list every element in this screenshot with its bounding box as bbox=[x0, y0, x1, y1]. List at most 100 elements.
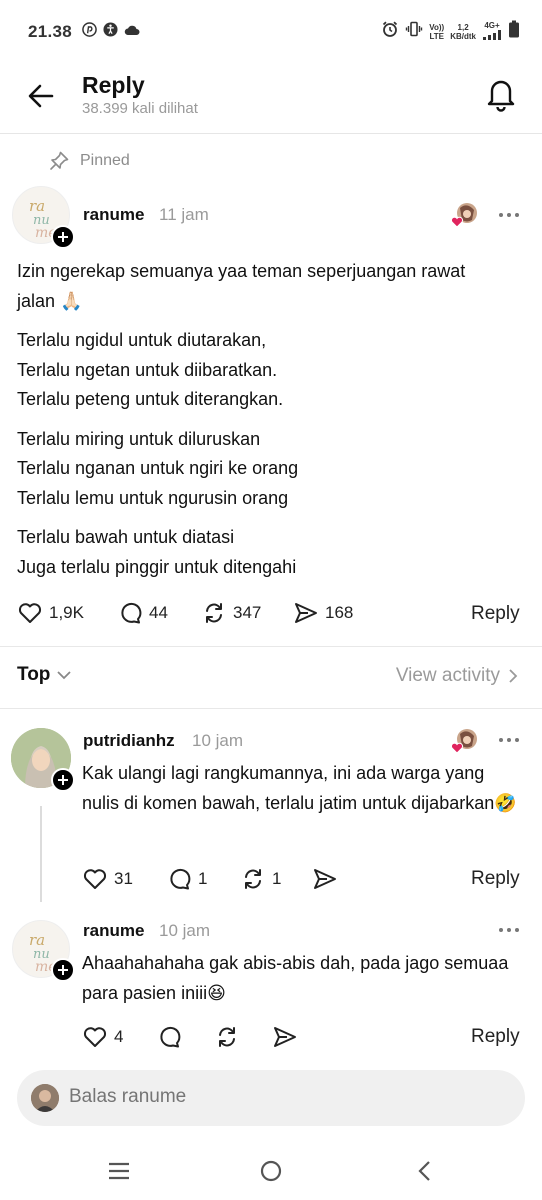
volte-bottom: LTE bbox=[429, 31, 444, 41]
repost-count: 1 bbox=[272, 869, 282, 888]
divider bbox=[0, 646, 542, 647]
share-button[interactable] bbox=[312, 866, 338, 892]
volte-top: Vo)) bbox=[429, 22, 445, 32]
post-more-button[interactable] bbox=[497, 207, 521, 223]
system-nav-bar bbox=[0, 1140, 542, 1200]
heart-icon bbox=[83, 1027, 107, 1047]
more-dots-icon bbox=[499, 213, 519, 217]
post-body: Izin ngerekap semuanya yaa teman seperju… bbox=[17, 257, 507, 592]
cloud-icon bbox=[124, 23, 140, 41]
page-title: Reply bbox=[82, 72, 145, 98]
share-button[interactable]: 168 bbox=[293, 600, 353, 626]
volte-indicator: Vo)) LTE bbox=[429, 23, 444, 41]
heart-icon bbox=[83, 869, 107, 889]
pinned-label: Pinned bbox=[80, 152, 130, 169]
view-activity-link[interactable]: View activity bbox=[396, 665, 518, 687]
status-left-icons bbox=[82, 22, 140, 42]
repost-icon bbox=[219, 1027, 235, 1047]
comment-more-button[interactable] bbox=[497, 732, 521, 748]
comment-reply-button[interactable]: Reply bbox=[471, 868, 520, 890]
like-count: 31 bbox=[114, 869, 133, 888]
vibrate-icon bbox=[405, 20, 423, 43]
post-reply-button[interactable]: Reply bbox=[471, 603, 520, 625]
header: Reply 38.399 kali dilihat bbox=[0, 64, 542, 134]
bell-icon bbox=[487, 80, 515, 112]
share-button[interactable] bbox=[272, 1024, 298, 1050]
comment-reply-button[interactable]: Reply bbox=[471, 1026, 520, 1048]
comment-count: 1 bbox=[198, 869, 208, 888]
post-paragraph: Terlalu ngidul untuk diutarakan, Terlalu… bbox=[17, 330, 284, 409]
comment-button[interactable]: 1 bbox=[166, 866, 240, 892]
comment-button[interactable]: 44 bbox=[117, 600, 201, 626]
battery-icon bbox=[508, 20, 520, 43]
back-chevron-icon bbox=[418, 1161, 430, 1181]
comment-icon bbox=[170, 868, 191, 890]
share-icon bbox=[314, 869, 336, 889]
post-username[interactable]: ranume bbox=[83, 205, 144, 225]
avatar bbox=[31, 1084, 59, 1112]
repost-icon bbox=[245, 869, 261, 889]
follow-button[interactable] bbox=[51, 768, 75, 792]
pinned-indicator: Pinned bbox=[48, 150, 130, 172]
comment-icon bbox=[121, 602, 142, 624]
notifications-button[interactable] bbox=[484, 76, 518, 112]
like-count: 4 bbox=[114, 1027, 124, 1046]
comment-username[interactable]: ranume bbox=[83, 921, 144, 941]
status-bar: 21.38 Vo)) LTE 1,2 KB/dtk 4G+ bbox=[0, 0, 542, 64]
accessibility-icon bbox=[103, 22, 118, 42]
plus-icon bbox=[58, 775, 68, 785]
sort-label: Top bbox=[17, 664, 51, 685]
view-count: 38.399 kali dilihat bbox=[82, 100, 198, 117]
repost-button[interactable]: 1 bbox=[240, 866, 312, 892]
repost-count: 347 bbox=[233, 603, 262, 622]
like-button[interactable]: 1,9K bbox=[17, 600, 117, 626]
post-time: 11 jam bbox=[159, 205, 209, 224]
home-circle-icon bbox=[260, 1160, 282, 1182]
alarm-icon bbox=[381, 20, 399, 43]
comment-more-button[interactable] bbox=[497, 922, 521, 938]
pinterest-icon bbox=[82, 22, 97, 42]
divider bbox=[0, 708, 542, 709]
post-paragraph: Terlalu miring untuk diluruskan Terlalu … bbox=[17, 428, 299, 508]
net-speed-value: 1,2 bbox=[457, 22, 469, 32]
network-type: 4G+ bbox=[484, 21, 500, 30]
liker-avatar bbox=[450, 202, 478, 230]
liker-avatar bbox=[450, 728, 478, 756]
comment-button[interactable] bbox=[156, 1024, 214, 1050]
repost-button[interactable]: 347 bbox=[201, 600, 293, 626]
comment-time: 10 jam bbox=[192, 731, 244, 750]
chevron-down-icon bbox=[57, 671, 72, 680]
back-button[interactable] bbox=[26, 80, 58, 112]
follow-button[interactable] bbox=[51, 958, 75, 982]
repost-button[interactable] bbox=[214, 1024, 272, 1050]
like-count: 1,9K bbox=[49, 603, 84, 622]
comment-body: Ahaahahahaha gak abis-abis dah, pada jag… bbox=[82, 953, 509, 1003]
comment-username[interactable]: putridianhz bbox=[83, 731, 175, 751]
net-speed: 1,2 KB/dtk bbox=[450, 23, 476, 41]
comment-actions: 4 bbox=[82, 1024, 298, 1050]
plus-icon bbox=[58, 965, 68, 975]
reply-input[interactable] bbox=[69, 1086, 469, 1108]
view-activity-label: View activity bbox=[395, 665, 500, 686]
thread-line bbox=[40, 806, 42, 902]
like-button[interactable]: 4 bbox=[82, 1024, 156, 1050]
like-button[interactable]: 31 bbox=[82, 866, 166, 892]
system-back-button[interactable] bbox=[410, 1156, 440, 1186]
recent-apps-button[interactable] bbox=[104, 1156, 134, 1186]
follow-button[interactable] bbox=[51, 225, 75, 249]
comment-actions: 31 1 1 bbox=[82, 866, 338, 892]
plus-icon bbox=[58, 232, 68, 242]
post-actions: 1,9K 44 347 168 bbox=[17, 600, 353, 626]
status-right-icons: Vo)) LTE 1,2 KB/dtk 4G+ bbox=[381, 20, 520, 43]
sort-dropdown[interactable]: Top bbox=[17, 664, 72, 686]
comment-icon bbox=[160, 1026, 181, 1048]
home-button[interactable] bbox=[256, 1156, 286, 1186]
heart-icon bbox=[450, 216, 464, 228]
reply-composer[interactable] bbox=[17, 1070, 525, 1126]
arrow-left-icon bbox=[28, 84, 54, 108]
heart-icon bbox=[450, 742, 464, 754]
share-icon bbox=[274, 1027, 296, 1047]
share-count: 168 bbox=[325, 603, 354, 622]
chevron-right-icon bbox=[509, 669, 518, 683]
comment-count: 44 bbox=[149, 603, 168, 622]
